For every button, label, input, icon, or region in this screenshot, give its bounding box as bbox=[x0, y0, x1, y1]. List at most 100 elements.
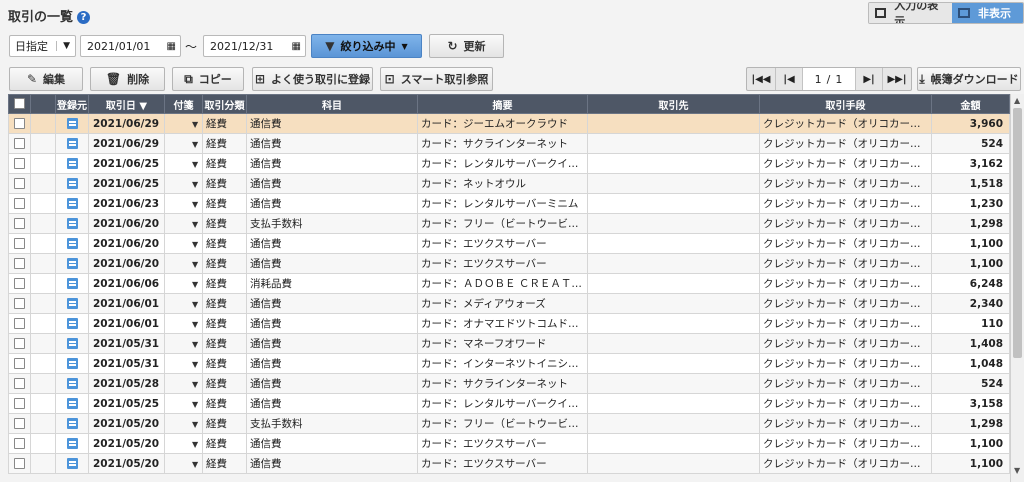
chevron-down-icon[interactable]: ▼ bbox=[192, 420, 198, 429]
table-row[interactable]: 2021/05/25 ▼ 経費 通信費 カード：レンタルサーバークイツカ クレジットカード… bbox=[8, 393, 1010, 414]
tag-cell[interactable]: ▼ bbox=[164, 333, 203, 354]
column-tag[interactable]: 付箋 bbox=[164, 94, 203, 114]
row-checkbox[interactable] bbox=[8, 273, 31, 294]
chevron-down-icon[interactable]: ▼ bbox=[192, 340, 198, 349]
table-row[interactable]: 2021/06/20 ▼ 経費 通信費 カード：エツクスサーバー クレジットカード（オリコ… bbox=[8, 253, 1010, 274]
tag-cell[interactable]: ▼ bbox=[164, 433, 203, 454]
document-icon[interactable] bbox=[55, 413, 89, 434]
chevron-down-icon[interactable]: ▼ bbox=[192, 300, 198, 309]
table-row[interactable]: 2021/05/31 ▼ 経費 通信費 カード：インターネツトイニシアテ… クレジットカー… bbox=[8, 353, 1010, 374]
tag-cell[interactable]: ▼ bbox=[164, 353, 203, 374]
document-icon[interactable] bbox=[55, 313, 89, 334]
column-registered[interactable]: 登録元 bbox=[55, 94, 89, 114]
row-checkbox[interactable] bbox=[8, 173, 31, 194]
first-page-icon[interactable]: |◀◀ bbox=[747, 68, 776, 90]
row-checkbox[interactable] bbox=[8, 333, 31, 354]
tag-cell[interactable]: ▼ bbox=[164, 173, 203, 194]
table-row[interactable]: 2021/06/01 ▼ 経費 通信費 カード：オナマエドツトコムドメイン クレジットカー… bbox=[8, 313, 1010, 334]
document-icon[interactable] bbox=[55, 133, 89, 154]
table-row[interactable]: 2021/06/23 ▼ 経費 通信費 カード：レンタルサーバーミニム クレジットカード（… bbox=[8, 193, 1010, 214]
tag-cell[interactable]: ▼ bbox=[164, 393, 203, 414]
table-row[interactable]: 2021/06/29 ▼ 経費 通信費 カード：ジーエムオークラウド クレジットカード（オ… bbox=[8, 113, 1010, 134]
column-account[interactable]: 科目 bbox=[246, 94, 418, 114]
page-number[interactable]: 1 / 1 bbox=[803, 68, 856, 90]
document-icon[interactable] bbox=[55, 153, 89, 174]
scrollbar-thumb[interactable] bbox=[1013, 108, 1022, 358]
chevron-down-icon[interactable]: ▼ bbox=[192, 320, 198, 329]
tag-cell[interactable]: ▼ bbox=[164, 133, 203, 154]
document-icon[interactable] bbox=[55, 233, 89, 254]
scroll-down-icon[interactable]: ▼ bbox=[1014, 466, 1020, 475]
row-checkbox[interactable] bbox=[8, 193, 31, 214]
tag-cell[interactable]: ▼ bbox=[164, 313, 203, 334]
document-icon[interactable] bbox=[55, 293, 89, 314]
column-method[interactable]: 取引手段 bbox=[759, 94, 932, 114]
ledger-download-button[interactable]: ⤓ 帳簿ダウンロード bbox=[917, 67, 1021, 91]
tag-cell[interactable]: ▼ bbox=[164, 253, 203, 274]
table-row[interactable]: 2021/06/25 ▼ 経費 通信費 カード：レンタルサーバークイツカ クレジットカード… bbox=[8, 153, 1010, 174]
row-checkbox[interactable] bbox=[8, 453, 31, 474]
delete-button[interactable]: 🗑 削除 bbox=[90, 67, 165, 91]
tag-cell[interactable]: ▼ bbox=[164, 213, 203, 234]
chevron-down-icon[interactable]: ▼ bbox=[192, 460, 198, 469]
document-icon[interactable] bbox=[55, 253, 89, 274]
calendar-icon[interactable]: ▦ bbox=[167, 41, 176, 52]
table-row[interactable]: 2021/06/25 ▼ 経費 通信費 カード：ネットオウル クレジットカード（オリコカー… bbox=[8, 173, 1010, 194]
row-checkbox[interactable] bbox=[8, 153, 31, 174]
input-view-toggle[interactable]: 入力の表示 非表示 bbox=[868, 2, 1024, 24]
tag-cell[interactable]: ▼ bbox=[164, 233, 203, 254]
chevron-down-icon[interactable]: ▼ bbox=[192, 380, 198, 389]
next-page-icon[interactable]: ▶| bbox=[856, 68, 883, 90]
column-category[interactable]: 取引分類 bbox=[202, 94, 247, 114]
register-frequent-button[interactable]: ⊞ よく使う取引に登録 bbox=[252, 67, 373, 91]
row-checkbox[interactable] bbox=[8, 373, 31, 394]
row-checkbox[interactable] bbox=[8, 213, 31, 234]
chevron-down-icon[interactable]: ▼ bbox=[192, 280, 198, 289]
smart-reference-button[interactable]: ⊡ スマート取引参照 bbox=[380, 67, 493, 91]
tag-cell[interactable]: ▼ bbox=[164, 273, 203, 294]
last-page-icon[interactable]: ▶▶| bbox=[883, 68, 911, 90]
tag-cell[interactable]: ▼ bbox=[164, 113, 203, 134]
vertical-scrollbar[interactable]: ▲ ▼ bbox=[1010, 94, 1024, 482]
row-checkbox[interactable] bbox=[8, 313, 31, 334]
chevron-down-icon[interactable]: ▼ bbox=[192, 200, 198, 209]
row-checkbox[interactable] bbox=[8, 353, 31, 374]
chevron-down-icon[interactable]: ▼ bbox=[192, 360, 198, 369]
tag-cell[interactable]: ▼ bbox=[164, 153, 203, 174]
chevron-down-icon[interactable]: ▼ bbox=[192, 240, 198, 249]
row-checkbox[interactable] bbox=[8, 233, 31, 254]
document-icon[interactable] bbox=[55, 193, 89, 214]
date-mode-select[interactable]: 日指定 ▼ bbox=[9, 35, 76, 57]
row-checkbox[interactable] bbox=[8, 393, 31, 414]
tag-cell[interactable]: ▼ bbox=[164, 373, 203, 394]
row-checkbox[interactable] bbox=[8, 113, 31, 134]
table-row[interactable]: 2021/05/20 ▼ 経費 通信費 カード：エツクスサーバー クレジットカード（オリコ… bbox=[8, 453, 1010, 474]
table-row[interactable]: 2021/06/29 ▼ 経費 通信費 カード：サクラインターネット クレジットカード（オ… bbox=[8, 133, 1010, 154]
column-date[interactable]: 取引日 ▼ bbox=[88, 94, 165, 114]
table-row[interactable]: 2021/06/06 ▼ 経費 消耗品費 カード：ＡＤＯＢＥ ＣＲＥＡＴＩ… クレジットカ… bbox=[8, 273, 1010, 294]
question-icon[interactable]: ? bbox=[77, 11, 91, 24]
row-checkbox[interactable] bbox=[8, 253, 31, 274]
tag-cell[interactable]: ▼ bbox=[164, 453, 203, 474]
chevron-down-icon[interactable]: ▼ bbox=[192, 220, 198, 229]
document-icon[interactable] bbox=[55, 213, 89, 234]
edit-button[interactable]: ✎ 編集 bbox=[9, 67, 83, 91]
tag-cell[interactable]: ▼ bbox=[164, 413, 203, 434]
chevron-down-icon[interactable]: ▼ bbox=[192, 440, 198, 449]
chevron-down-icon[interactable]: ▼ bbox=[192, 400, 198, 409]
document-icon[interactable] bbox=[55, 393, 89, 414]
calendar-icon[interactable]: ▦ bbox=[292, 41, 301, 52]
table-row[interactable]: 2021/05/28 ▼ 経費 通信費 カード：サクラインターネット クレジットカード（オ… bbox=[8, 373, 1010, 394]
document-icon[interactable] bbox=[55, 273, 89, 294]
row-checkbox[interactable] bbox=[8, 413, 31, 434]
table-row[interactable]: 2021/06/01 ▼ 経費 通信費 カード：メディアウォーズ クレジットカード（オリコ… bbox=[8, 293, 1010, 314]
table-row[interactable]: 2021/05/20 ▼ 経費 通信費 カード：エツクスサーバー クレジットカード（オリコ… bbox=[8, 433, 1010, 454]
chevron-down-icon[interactable]: ▼ bbox=[192, 260, 198, 269]
filter-button[interactable]: ▼ 絞り込み中 ▼ bbox=[311, 34, 422, 58]
row-checkbox[interactable] bbox=[8, 433, 31, 454]
start-date-field[interactable]: 2021/01/01 ▦ bbox=[80, 35, 181, 57]
chevron-down-icon[interactable]: ▼ bbox=[192, 160, 198, 169]
refresh-button[interactable]: ↻ 更新 bbox=[429, 34, 504, 58]
table-row[interactable]: 2021/05/31 ▼ 経費 通信費 カード：マネーフオワード クレジットカード（オリコ… bbox=[8, 333, 1010, 354]
document-icon[interactable] bbox=[55, 113, 89, 134]
